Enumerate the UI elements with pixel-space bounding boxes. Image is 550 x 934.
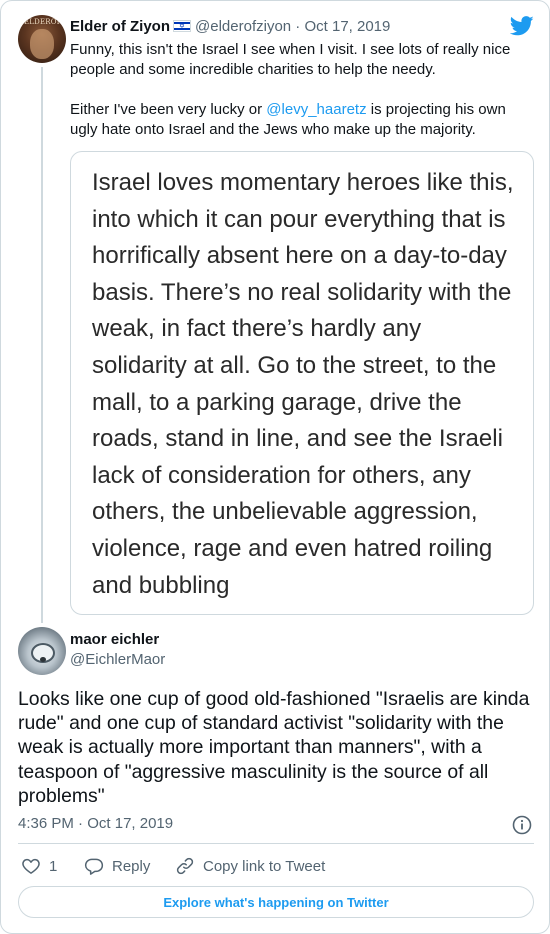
main-tweet-timestamp[interactable]: 4:36 PM · Oct 17, 2019 bbox=[18, 815, 173, 832]
attached-image[interactable]: Israel loves momentary heroes like this,… bbox=[70, 151, 534, 615]
parent-author-name[interactable]: Elder of Ziyon bbox=[70, 18, 170, 35]
parent-text-before-mention: Either I've been very lucky or bbox=[70, 101, 267, 118]
link-icon bbox=[176, 857, 194, 875]
parent-text-paragraph-2: Either I've been very lucky or @levy_haa… bbox=[70, 100, 530, 140]
parent-author-handle[interactable]: @elderofziyon bbox=[195, 18, 291, 35]
copy-link-label: Copy link to Tweet bbox=[203, 857, 326, 875]
tweet-time: 4:36 PM bbox=[18, 815, 74, 832]
info-icon[interactable] bbox=[511, 814, 533, 836]
reply-label: Reply bbox=[112, 857, 151, 875]
avatar-dog-nose bbox=[40, 657, 46, 662]
mention-link[interactable]: @levy_haaretz bbox=[266, 101, 366, 118]
main-tweet-text: Looks like one cup of good old-fashioned… bbox=[18, 688, 530, 807]
thread-connector-line bbox=[41, 67, 43, 623]
copy-link-button[interactable]: Copy link to Tweet bbox=[175, 854, 325, 878]
tweet-embed-card: ELDEROF Elder of Ziyon ✡ @elderofziyon · O… bbox=[0, 0, 550, 934]
tweet-meta-separator: · bbox=[78, 815, 84, 832]
parent-tweet-date[interactable]: Oct 17, 2019 bbox=[304, 18, 390, 35]
main-author-avatar[interactable] bbox=[18, 627, 66, 675]
reply-button[interactable]: Reply bbox=[84, 854, 150, 878]
tweet-actions: 1 Reply Copy link to Tweet bbox=[18, 854, 534, 878]
parent-text-paragraph-1: Funny, this isn't the Israel I see when … bbox=[70, 41, 511, 78]
twitter-logo-icon[interactable] bbox=[510, 16, 534, 36]
attached-image-text: Israel loves momentary heroes like this,… bbox=[92, 169, 514, 599]
israel-flag-icon: ✡ bbox=[173, 20, 192, 32]
divider bbox=[18, 843, 534, 844]
reply-icon bbox=[84, 858, 104, 875]
avatar-logo-text: ELDEROF bbox=[24, 18, 62, 26]
parent-tweet-header: Elder of Ziyon ✡ @elderofziyon · Oct 17, 2… bbox=[70, 18, 390, 35]
like-button[interactable]: 1 bbox=[21, 854, 57, 878]
explore-twitter-button[interactable]: Explore what's happening on Twitter bbox=[18, 886, 534, 918]
tweet-date: Oct 17, 2019 bbox=[87, 815, 174, 832]
heart-icon bbox=[22, 858, 40, 874]
parent-date-separator: · bbox=[295, 18, 301, 35]
parent-tweet-text: Funny, this isn't the Israel I see when … bbox=[70, 40, 530, 140]
main-author-handle[interactable]: @EichlerMaor bbox=[70, 651, 165, 668]
parent-author-avatar[interactable]: ELDEROF bbox=[18, 15, 66, 63]
avatar-portrait bbox=[30, 29, 54, 59]
main-author-name[interactable]: maor eichler bbox=[70, 631, 159, 648]
like-count: 1 bbox=[49, 857, 58, 875]
